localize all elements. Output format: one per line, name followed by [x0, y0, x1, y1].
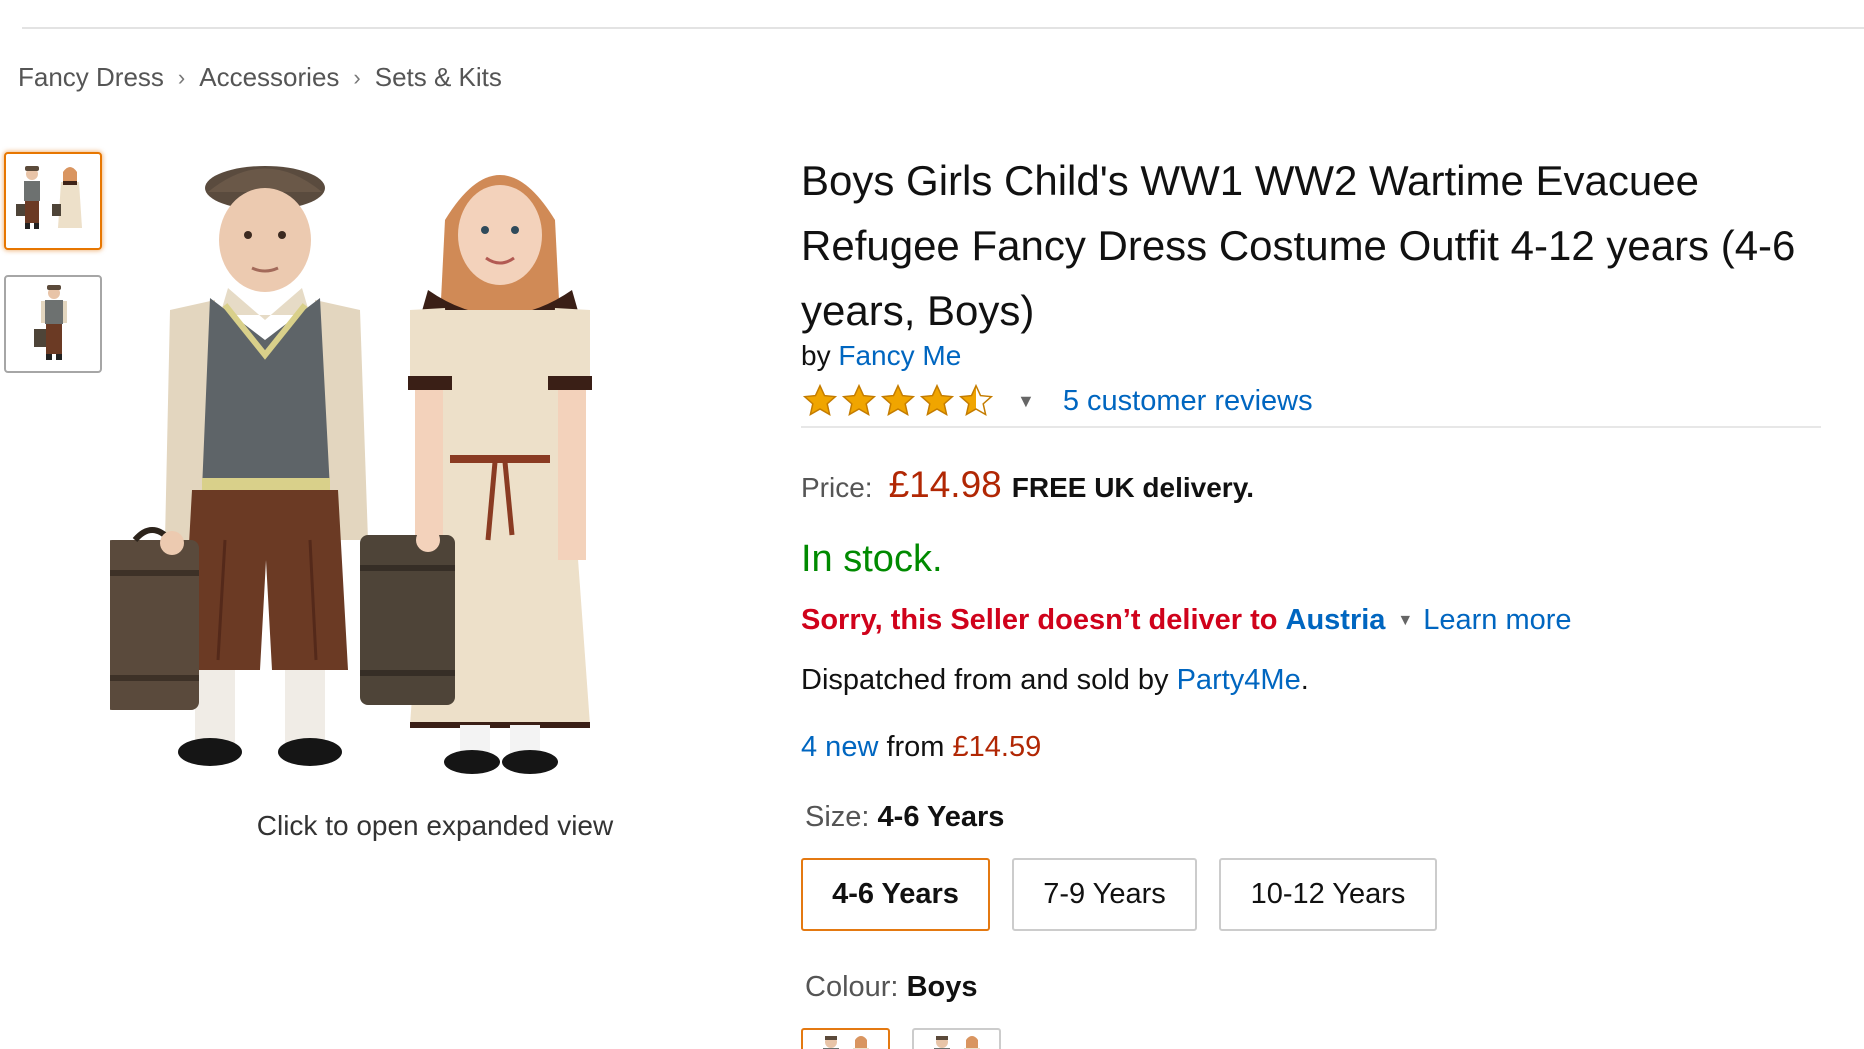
delivery-restriction: Sorry, this Seller doesn’t deliver to Au… [801, 604, 1572, 637]
by-prefix: by [801, 340, 831, 371]
breadcrumb-sets-kits[interactable]: Sets & Kits [375, 62, 502, 93]
delivery-country-link[interactable]: Austria [1286, 604, 1386, 637]
offers-from-price: £14.59 [952, 731, 1042, 763]
no-delivery-message: Sorry, this Seller doesn’t deliver to [801, 604, 1278, 636]
girl-figure [360, 175, 592, 774]
thumbnail-boy[interactable] [4, 275, 102, 373]
breadcrumb: Fancy Dress › Accessories › Sets & Kits [18, 62, 502, 93]
dispatch-suffix: . [1300, 664, 1309, 696]
country-dropdown-caret-icon[interactable]: ▼ [1397, 612, 1413, 630]
star-full-icon [802, 383, 838, 417]
size-selected-value: 4-6 Years [877, 801, 1005, 833]
size-option-4-6-years[interactable]: 4-6 Years [801, 858, 990, 931]
price-value: £14.98 [888, 464, 1002, 505]
colour-label-text: Colour: [805, 971, 899, 1003]
brand-byline: by Fancy Me [801, 340, 961, 372]
product-title: Boys Girls Child's WW1 WW2 Wartime Evacu… [801, 157, 1796, 334]
brand-link[interactable]: Fancy Me [838, 340, 961, 371]
star-rating[interactable] [801, 383, 995, 419]
price-row: Price: £14.98 FREE UK delivery. [801, 464, 1254, 506]
offers-from-text: from [886, 731, 945, 763]
breadcrumb-separator: › [353, 64, 361, 90]
stock-status: In stock. [801, 538, 943, 580]
breadcrumb-accessories[interactable]: Accessories [199, 62, 339, 93]
star-half-icon [958, 383, 994, 417]
main-product-image[interactable] [104, 140, 690, 810]
size-label: Size: 4-6 Years [805, 801, 1004, 834]
colour-swatch-girls[interactable] [912, 1028, 1001, 1049]
star-full-icon [919, 383, 955, 417]
size-option-7-9-years[interactable]: 7-9 Years [1012, 858, 1197, 931]
rating-dropdown-caret-icon[interactable]: ▼ [1017, 391, 1035, 412]
price-label: Price: [801, 472, 873, 503]
girls-swatch-image [934, 1036, 980, 1049]
dispatch-info: Dispatched from and sold by Party4Me. [801, 664, 1309, 697]
section-divider [801, 426, 1821, 428]
free-delivery-text: FREE UK delivery. [1011, 472, 1254, 503]
breadcrumb-fancy-dress[interactable]: Fancy Dress [18, 62, 164, 93]
size-label-text: Size: [805, 801, 870, 833]
thumbnail-boys-and-girls[interactable] [4, 152, 102, 250]
customer-reviews-link[interactable]: 5 customer reviews [1063, 385, 1313, 418]
seller-link[interactable]: Party4Me [1177, 664, 1301, 696]
expand-view-caption[interactable]: Click to open expanded view [110, 810, 760, 842]
colour-swatch-boys[interactable] [801, 1028, 890, 1049]
evacuee-costume-illustration [104, 166, 592, 774]
new-offers-link[interactable]: 4 new [801, 731, 878, 763]
learn-more-link[interactable]: Learn more [1423, 604, 1571, 637]
colour-label: Colour: Boys [805, 971, 977, 1004]
header-divider [22, 27, 1864, 29]
boy-thumbnail-image [34, 285, 67, 360]
star-full-icon [841, 383, 877, 417]
star-full-icon [880, 383, 916, 417]
breadcrumb-separator: › [177, 64, 186, 90]
boys-swatch-image [823, 1036, 869, 1049]
boy-figure [104, 166, 368, 766]
boy-and-girl-thumbnail-image [16, 166, 82, 229]
other-offers: 4 new from £14.59 [801, 731, 1041, 764]
colour-selected-value: Boys [906, 971, 978, 1003]
size-option-10-12-years[interactable]: 10-12 Years [1219, 858, 1437, 931]
dispatch-prefix: Dispatched from and sold by [801, 664, 1169, 696]
rating-row: ▼ 5 customer reviews [801, 380, 1313, 422]
